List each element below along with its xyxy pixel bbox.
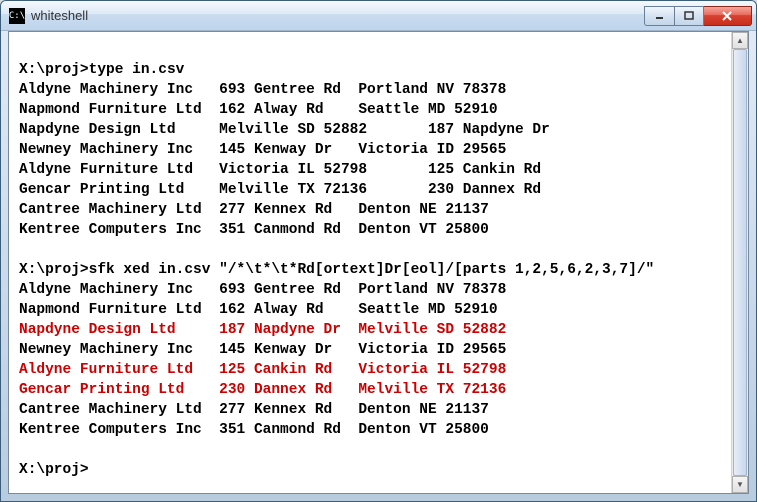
- minimize-button[interactable]: [644, 6, 674, 26]
- output-line: Kentree Computers Inc 351 Canmond Rd Den…: [19, 222, 489, 238]
- vertical-scrollbar[interactable]: ▲ ▼: [731, 32, 748, 493]
- command-text: sfk xed in.csv "/*\t*\t*Rd[ortext]Dr[eol…: [89, 262, 655, 278]
- output-line: Aldyne Machinery Inc 693 Gentree Rd Port…: [19, 82, 506, 98]
- scroll-up-button[interactable]: ▲: [732, 32, 748, 49]
- prompt: X:\proj>: [19, 462, 89, 478]
- window-title: whiteshell: [31, 8, 644, 23]
- output-line: Napmond Furniture Ltd 162 Alway Rd Seatt…: [19, 302, 498, 318]
- prompt: X:\proj>: [19, 262, 89, 278]
- output-line: Cantree Machinery Ltd 277 Kennex Rd Dent…: [19, 402, 489, 418]
- app-icon: C:\: [9, 8, 25, 24]
- output-line: Newney Machinery Inc 145 Kenway Dr Victo…: [19, 142, 506, 158]
- close-button[interactable]: [704, 6, 752, 26]
- window-controls: [644, 6, 752, 26]
- output-line: Aldyne Machinery Inc 693 Gentree Rd Port…: [19, 282, 506, 298]
- terminal-output[interactable]: X:\proj>type in.csv Aldyne Machinery Inc…: [9, 32, 748, 488]
- output-line: Napdyne Design Ltd 187 Napdyne Dr Melvil…: [19, 322, 506, 338]
- output-line: Gencar Printing Ltd Melville TX 72136 23…: [19, 182, 541, 198]
- titlebar[interactable]: C:\ whiteshell: [1, 1, 756, 31]
- output-line: Aldyne Furniture Ltd 125 Cankin Rd Victo…: [19, 362, 506, 378]
- scroll-thumb[interactable]: [733, 49, 747, 476]
- command-text: type in.csv: [89, 62, 185, 78]
- output-line: Cantree Machinery Ltd 277 Kennex Rd Dent…: [19, 202, 489, 218]
- scroll-down-button[interactable]: ▼: [732, 476, 748, 493]
- output-line: Newney Machinery Inc 145 Kenway Dr Victo…: [19, 342, 506, 358]
- output-line: Gencar Printing Ltd 230 Dannex Rd Melvil…: [19, 382, 506, 398]
- output-line: Kentree Computers Inc 351 Canmond Rd Den…: [19, 422, 489, 438]
- output-line: Napdyne Design Ltd Melville SD 52882 187…: [19, 122, 550, 138]
- output-line: Aldyne Furniture Ltd Victoria IL 52798 1…: [19, 162, 541, 178]
- scroll-track[interactable]: [732, 49, 748, 476]
- prompt: X:\proj>: [19, 62, 89, 78]
- maximize-button[interactable]: [674, 6, 704, 26]
- output-line: Napmond Furniture Ltd 162 Alway Rd Seatt…: [19, 102, 498, 118]
- window-frame: C:\ whiteshell X:\proj>type in.csv Aldyn…: [0, 0, 757, 502]
- client-area: X:\proj>type in.csv Aldyne Machinery Inc…: [8, 31, 749, 494]
